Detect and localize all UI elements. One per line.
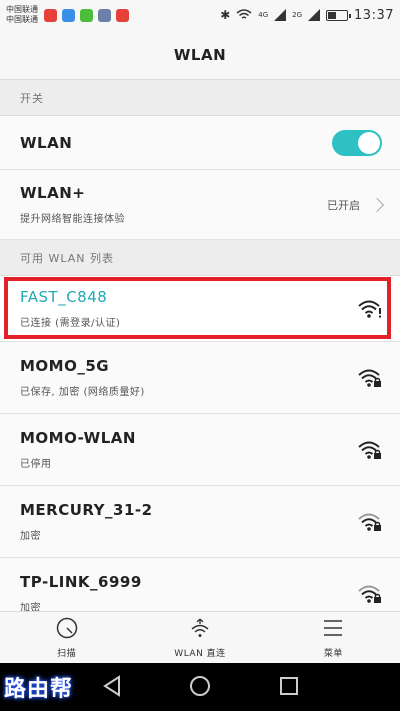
signal-icon [274,9,287,21]
menu-label: 菜单 [323,649,343,659]
home-icon[interactable] [189,675,211,697]
network-type-2: 2G [292,10,303,19]
network-name: MERCURY_31-2 [20,501,153,519]
scan-icon [56,617,77,639]
clock: 13:37 [354,7,394,23]
wlan-toggle-row[interactable]: WLAN [0,116,400,170]
wifi-lock-icon [358,585,381,603]
network-status: 已连接 (需登录/认证) [20,318,121,329]
network-name: FAST_C848 [20,288,108,306]
watermark-logo: 路由帮 [4,677,74,702]
weibo-icon [80,8,93,22]
carrier-info: 中国联通 中国联通 [6,5,38,25]
network-item[interactable]: FAST_C848 已连接 (需登录/认证) [0,276,400,342]
wlan-plus-label: WLAN+ [20,184,86,202]
battery-icon [326,9,352,21]
carrier-2: 中国联通 [6,15,38,24]
scan-label: 扫描 [57,649,77,659]
wlan-toggle-label: WLAN [20,133,73,152]
status-bar: 中国联通 中国联通 ✱ 4G 2G 13:37 [0,0,400,30]
wechat-icon [62,8,75,22]
weibo-icon [44,8,57,22]
network-status: 已停用 [20,459,52,470]
wlan-plus-row[interactable]: WLAN+ 提升网络智能连接体验 已开启 [0,170,400,240]
gallery-icon [98,8,111,22]
status-right: ✱ 4G 2G 13:37 [220,8,394,23]
weibo-icon [116,8,129,22]
carrier-1: 中国联通 [6,5,38,14]
network-name: TP-LINK_6999 [20,573,142,591]
section-header-switch: 开关 [0,80,400,116]
signal-icon [308,9,321,21]
notification-icons [44,8,129,22]
network-item[interactable]: MOMO_5G 已保存, 加密 (网络质量好) [0,342,400,414]
network-name: MOMO_5G [20,357,110,375]
network-status: 加密 [20,531,41,542]
page-title: WLAN [0,30,400,80]
scan-button[interactable]: 扫描 [0,612,133,663]
recents-icon[interactable] [279,675,299,697]
wifi-status-icon [236,9,252,19]
section-header-available: 可用 WLAN 列表 [0,240,400,276]
wlan-plus-description: 提升网络智能连接体验 [20,214,125,225]
wifi-lock-icon [358,513,381,531]
network-status: 已保存, 加密 (网络质量好) [20,387,145,398]
wifi-direct-icon [191,618,209,637]
chevron-right-icon [369,197,385,212]
system-nav-bar: 路由帮 [0,663,400,711]
back-icon[interactable] [102,675,122,697]
wlan-toggle-switch[interactable] [332,129,382,156]
wifi-lock-icon [358,441,381,459]
wifi-direct-label: WLAN 直连 [174,649,226,659]
menu-icon [324,620,343,636]
wlan-plus-status: 已开启 [327,198,360,212]
wifi-direct-button[interactable]: WLAN 直连 [133,612,266,663]
network-type-1: 4G [258,10,269,19]
menu-button[interactable]: 菜单 [267,612,400,663]
bottom-nav: 扫描 WLAN 直连 菜单 [0,611,400,663]
wifi-alert-icon [358,300,381,318]
wifi-lock-icon [358,369,381,387]
network-item[interactable]: MOMO-WLAN 已停用 [0,414,400,486]
bluetooth-icon: ✱ [220,8,231,22]
network-name: MOMO-WLAN [20,429,136,447]
network-item[interactable]: MERCURY_31-2 加密 [0,486,400,558]
